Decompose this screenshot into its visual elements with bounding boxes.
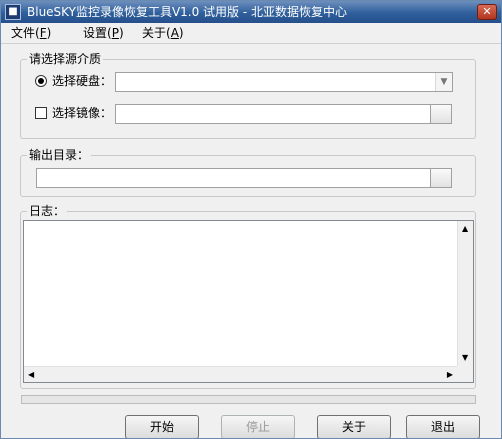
- chevron-down-icon[interactable]: ▼: [435, 73, 452, 91]
- image-browse-button[interactable]: [430, 104, 452, 124]
- select-image-checkbox[interactable]: [35, 107, 47, 119]
- source-media-group: 请选择源介质: [20, 51, 476, 139]
- menu-bar: 文件(F) 设置(P) 关于(A): [1, 23, 501, 44]
- menu-settings[interactable]: 设置(P): [83, 26, 124, 40]
- scroll-up-icon[interactable]: ▲: [462, 224, 468, 234]
- scroll-right-icon[interactable]: ▶: [447, 370, 453, 380]
- app-icon: ■: [5, 4, 21, 20]
- stop-button[interactable]: 停止: [221, 415, 295, 438]
- image-path-field[interactable]: [115, 104, 431, 124]
- log-horizontal-scrollbar[interactable]: ◀ ▶: [24, 366, 457, 382]
- app-window: ■ BlueSKY监控录像恢复工具V1.0 试用版 - 北亚数据恢复中心 ✕ 文…: [0, 0, 502, 439]
- log-textarea[interactable]: ▲ ▼ ◀ ▶: [23, 220, 474, 383]
- select-disk-label: 选择硬盘：: [52, 74, 113, 88]
- menu-file[interactable]: 文件(F): [11, 26, 51, 40]
- window-title: BlueSKY监控录像恢复工具V1.0 试用版 - 北亚数据恢复中心: [27, 5, 348, 19]
- scroll-down-icon[interactable]: ▼: [462, 353, 468, 363]
- output-path-field[interactable]: [36, 168, 431, 188]
- exit-button[interactable]: 退出: [406, 415, 480, 438]
- log-vertical-scrollbar[interactable]: ▲ ▼: [457, 221, 473, 366]
- scroll-corner: [457, 366, 473, 382]
- start-button[interactable]: 开始: [125, 415, 199, 438]
- close-button[interactable]: ✕: [477, 4, 497, 20]
- output-browse-button[interactable]: [430, 168, 452, 188]
- source-media-title: 请选择源介质: [27, 51, 104, 67]
- title-bar[interactable]: ■ BlueSKY监控录像恢复工具V1.0 试用版 - 北亚数据恢复中心 ✕: [1, 1, 501, 23]
- disk-select[interactable]: ▼: [115, 72, 453, 92]
- select-image-label: 选择镜像：: [52, 106, 113, 120]
- progress-bar: [21, 395, 476, 404]
- log-title: 日志：: [27, 203, 68, 219]
- select-disk-radio[interactable]: [35, 75, 47, 87]
- about-button[interactable]: 关于: [317, 415, 391, 438]
- scroll-left-icon[interactable]: ◀: [28, 370, 34, 380]
- output-dir-title: 输出目录：: [27, 147, 92, 163]
- menu-about[interactable]: 关于(A): [142, 26, 184, 40]
